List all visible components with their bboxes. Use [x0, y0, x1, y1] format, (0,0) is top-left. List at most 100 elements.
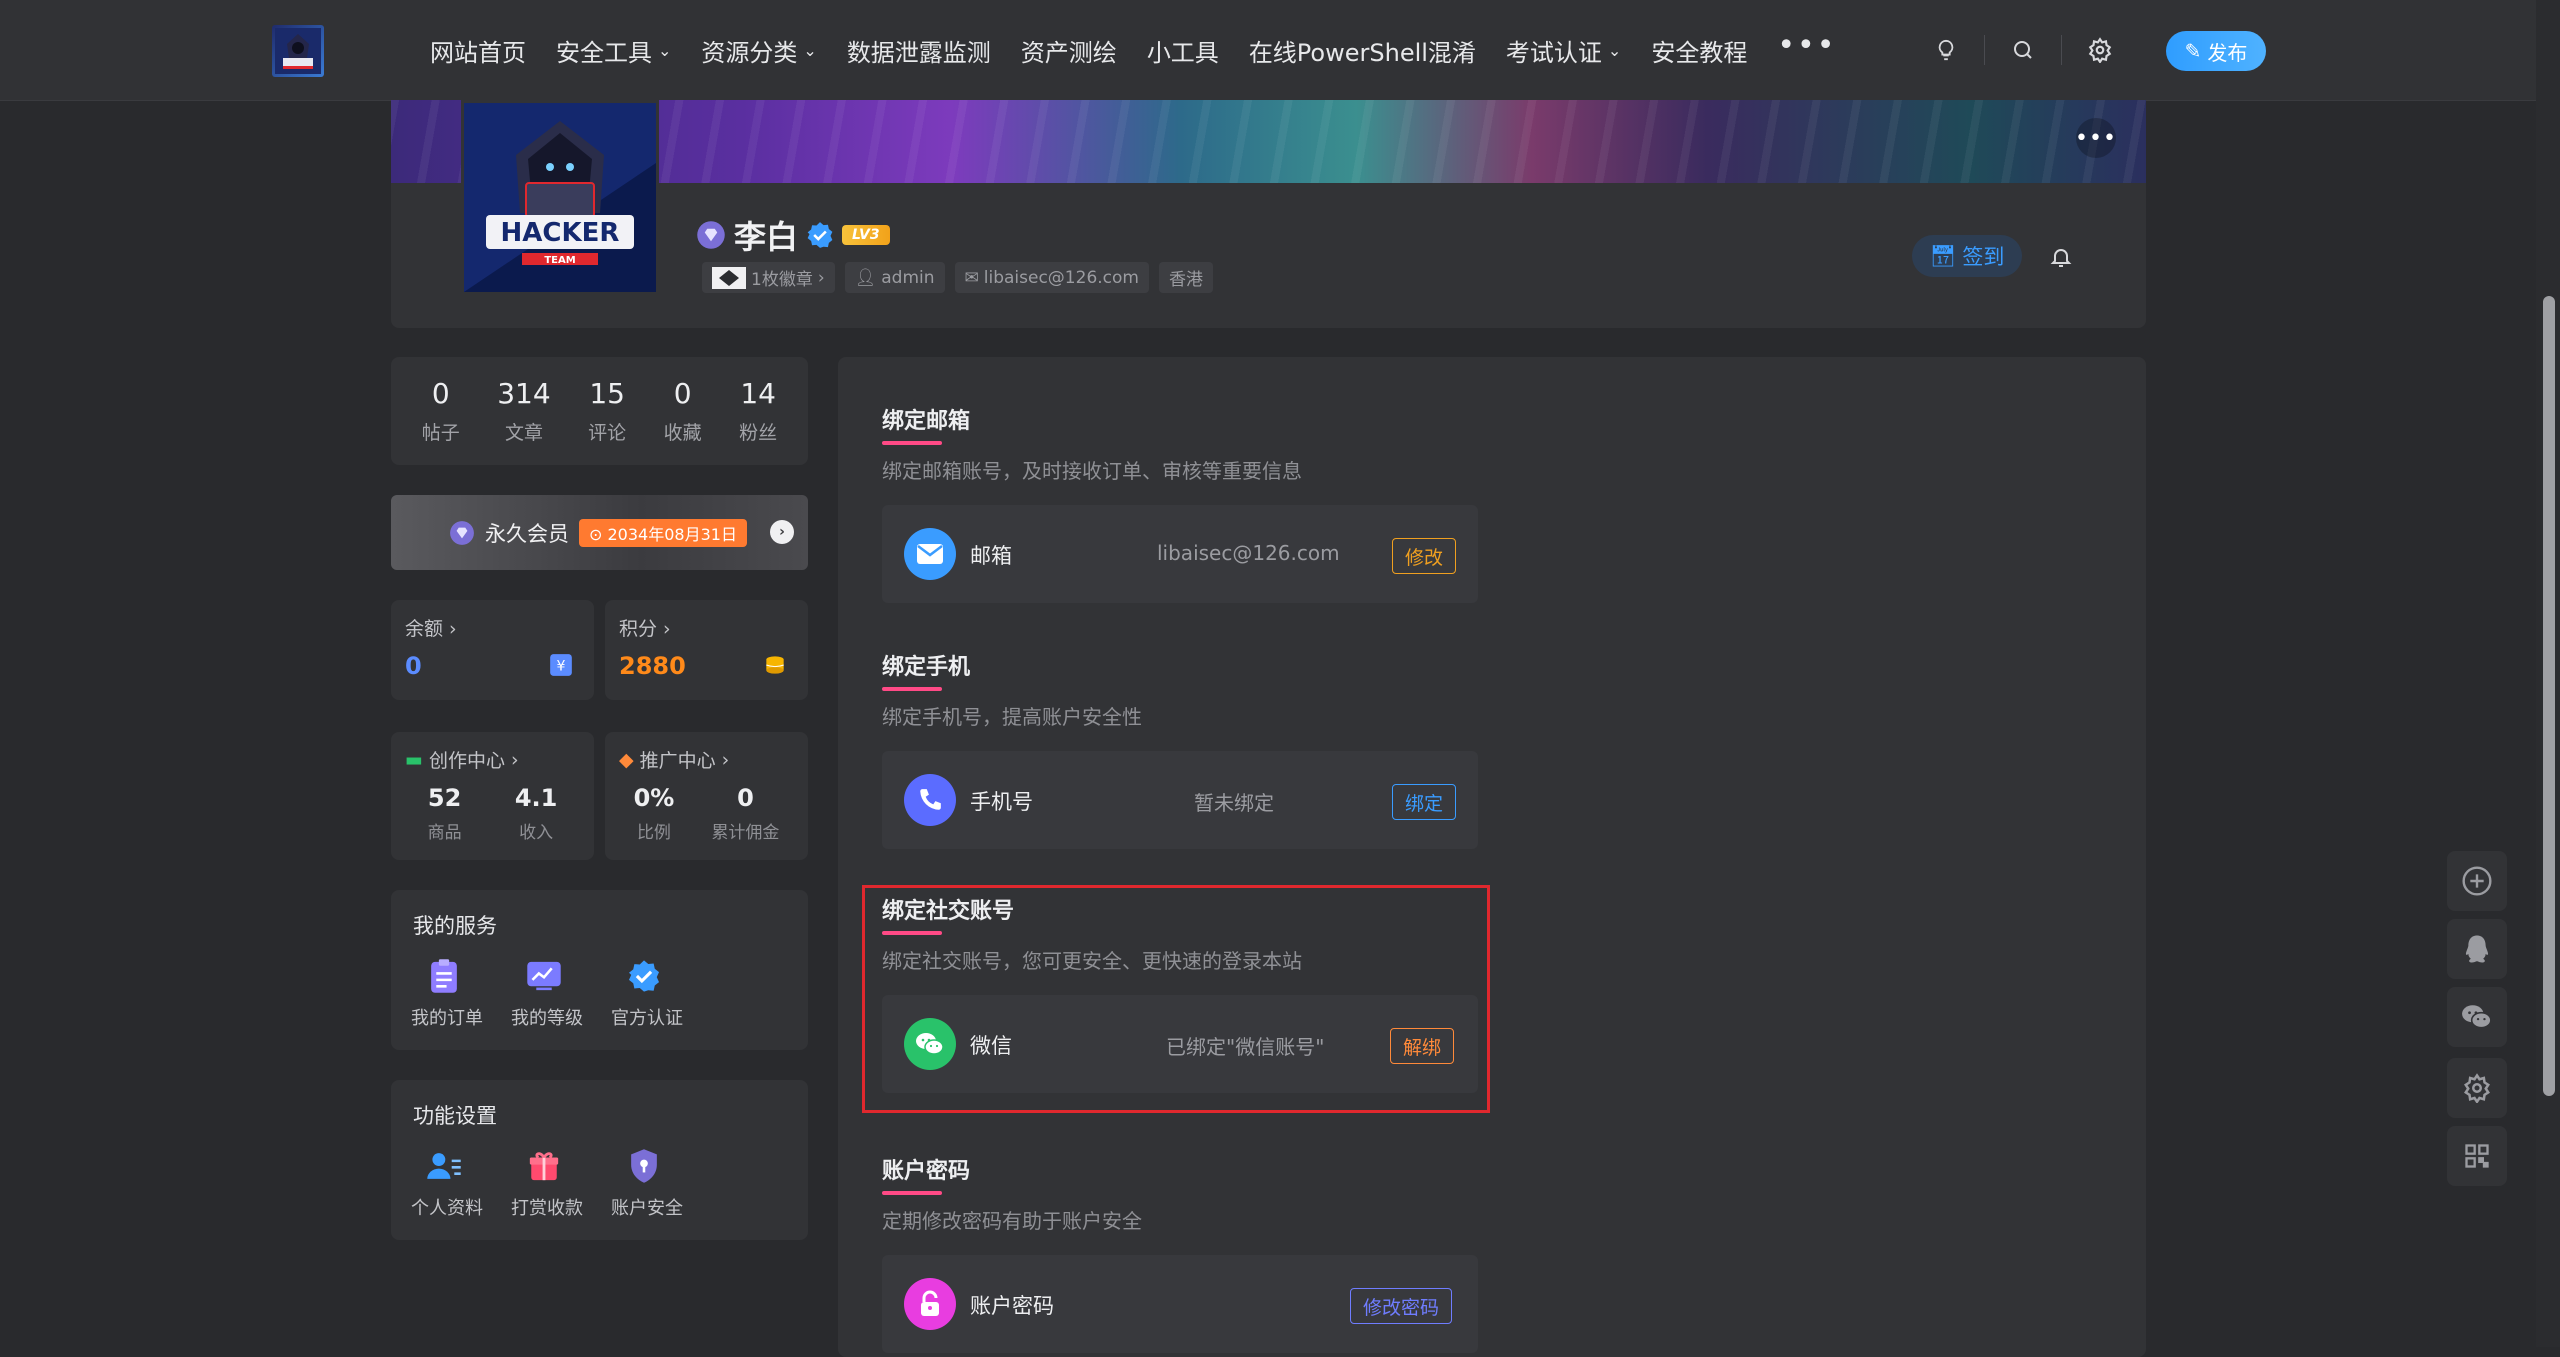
wallet-icon: ¥ — [548, 652, 574, 682]
bell-icon[interactable] — [2041, 237, 2081, 277]
coins-icon — [762, 652, 788, 682]
stat-articles[interactable]: 314 文章 — [497, 377, 550, 445]
qq-icon[interactable] — [2447, 919, 2507, 979]
nav-powershell[interactable]: 在线PowerShell混淆 — [1249, 33, 1476, 68]
nav-small-tools[interactable]: 小工具 — [1147, 33, 1219, 68]
location-chip: 香港 — [1158, 262, 1213, 293]
section-bind-email: 绑定邮箱 绑定邮箱账号，及时接收订单、审核等重要信息 — [882, 409, 1302, 483]
setting-reward[interactable]: 打赏收款 — [511, 1146, 583, 1220]
highlight-box — [862, 885, 1490, 1113]
divider — [1984, 35, 1985, 65]
role-chip: 👤︎ admin — [844, 262, 945, 293]
svg-text:HACKER: HACKER — [501, 218, 620, 248]
nav-home[interactable]: 网站首页 — [430, 33, 526, 68]
vip-expire-date: ⊙ 2034年08月31日 — [579, 518, 747, 547]
modify-email-button[interactable]: 修改 — [1392, 538, 1457, 574]
main-nav: 网站首页 安全工具 ⌄ 资源分类 ⌄ 数据泄露监测 资产测绘 小工具 在线Power… — [430, 0, 1866, 101]
store-icon: ▬ — [405, 748, 423, 771]
chevron-down-icon: ⌄ — [1607, 41, 1622, 60]
gear-icon[interactable] — [2080, 30, 2120, 70]
creator-center-card[interactable]: ▬ 创作中心 › 52 商品 4.1 收入 — [391, 732, 594, 860]
service-my-orders[interactable]: 我的订单 — [411, 956, 483, 1030]
qr-code-icon[interactable] — [2447, 1126, 2507, 1186]
phone-binding-row: 手机号 暂未绑定 绑定 — [882, 751, 1478, 849]
publish-button[interactable]: ✎ 发布 — [2166, 31, 2266, 71]
gear-icon[interactable] — [2447, 1058, 2507, 1118]
username-row: 李白 LV3 — [696, 212, 890, 258]
nav-tutorials[interactable]: 安全教程 — [1651, 33, 1747, 68]
stat-followers[interactable]: 14 粉丝 — [739, 377, 777, 445]
setting-profile[interactable]: 个人资料 — [411, 1146, 483, 1220]
pencil-icon: ✎ — [2184, 39, 2202, 63]
divider — [2061, 35, 2062, 65]
section-account-password: 账户密码 定期修改密码有助于账户安全 — [882, 1159, 1142, 1233]
chevron-down-icon: ⌄ — [803, 41, 817, 60]
nav-data-leak[interactable]: 数据泄露监测 — [847, 33, 991, 68]
signin-button[interactable]: 📅︎ 签到 — [1912, 235, 2022, 277]
lock-icon — [904, 1278, 956, 1330]
more-options-icon[interactable]: ••• — [2075, 118, 2116, 158]
nav-exam-cert[interactable]: 考试认证 ⌄ — [1506, 33, 1621, 68]
hacker-logo-icon — [275, 28, 321, 74]
section-bind-phone: 绑定手机 绑定手机号，提高账户安全性 — [882, 655, 1142, 729]
theme-bulb-icon[interactable] — [1926, 30, 1966, 70]
chart-icon — [511, 956, 577, 996]
wechat-icon[interactable] — [2447, 987, 2507, 1047]
nav-security-tools[interactable]: 安全工具 ⌄ — [556, 33, 671, 68]
clipboard-icon — [411, 956, 477, 996]
user-stats: 0 帖子 314 文章 15 评论 0 收藏 14 粉丝 — [391, 357, 808, 465]
verified-icon — [611, 956, 677, 996]
scrollbar-thumb[interactable] — [2543, 296, 2555, 1096]
service-official-verify[interactable]: 官方认证 — [611, 956, 683, 1030]
calendar-check-icon: 📅︎ — [1929, 243, 1957, 268]
avatar[interactable]: HACKER TEAM — [461, 100, 659, 295]
nav-more-button[interactable]: ••• — [1777, 30, 1836, 61]
chevron-right-icon: › — [770, 520, 794, 544]
site-logo[interactable] — [272, 25, 324, 77]
email-chip: ✉︎ libaisec@126.com — [954, 262, 1149, 293]
add-icon[interactable] — [2447, 851, 2507, 911]
password-row: 账户密码 修改密码 — [882, 1255, 1478, 1353]
my-services-card: 我的服务 我的订单 我的等级 官方认证 — [391, 890, 808, 1050]
gift-icon — [511, 1146, 577, 1186]
email-binding-row: 邮箱 libaisec@126.com 修改 — [882, 505, 1478, 603]
svg-text:TEAM: TEAM — [544, 255, 575, 266]
level-badge: LV3 — [842, 225, 890, 245]
hacker-team-avatar-icon: HACKER TEAM — [464, 103, 656, 292]
svg-text:¥: ¥ — [557, 658, 566, 674]
badge-chip[interactable]: 1枚徽章 › — [702, 262, 835, 293]
bag-icon: ◆ — [619, 748, 634, 771]
service-my-level[interactable]: 我的等级 — [511, 956, 583, 1030]
verified-icon — [807, 222, 833, 248]
chevron-down-icon: ⌄ — [658, 41, 672, 60]
change-password-button[interactable]: 修改密码 — [1350, 1288, 1453, 1324]
shield-icon — [611, 1146, 677, 1186]
header-actions — [1926, 30, 2120, 70]
search-icon[interactable] — [2003, 30, 2043, 70]
vip-membership-card[interactable]: 永久会员 ⊙ 2034年08月31日 › — [391, 495, 808, 570]
nav-asset-mapping[interactable]: 资产测绘 — [1021, 33, 1117, 68]
user-profile-icon — [411, 1146, 477, 1186]
stat-comments[interactable]: 15 评论 — [588, 377, 626, 445]
medal-icon — [712, 266, 746, 289]
nav-resource-categories[interactable]: 资源分类 ⌄ — [701, 33, 816, 68]
balance-value: 0 — [405, 652, 422, 680]
vip-gem-icon — [697, 221, 725, 249]
bind-phone-button[interactable]: 绑定 — [1392, 784, 1457, 820]
username: 李白 — [734, 218, 799, 256]
stat-posts[interactable]: 0 帖子 — [422, 377, 460, 445]
profile-meta: 1枚徽章 › 👤︎ admin ✉︎ libaisec@126.com 香港 — [702, 262, 1213, 293]
mail-icon — [904, 528, 956, 580]
top-navigation-bar: 网站首页 安全工具 ⌄ 资源分类 ⌄ 数据泄露监测 资产测绘 小工具 在线Power… — [0, 0, 2536, 101]
settings-card: 功能设置 个人资料 打赏收款 账户安全 — [391, 1080, 808, 1240]
user-icon: 👤︎ — [854, 267, 877, 288]
setting-account-security[interactable]: 账户安全 — [611, 1146, 683, 1220]
points-card[interactable]: 积分 › 2880 — [605, 600, 808, 700]
vip-gem-icon — [450, 520, 474, 545]
points-value: 2880 — [619, 652, 686, 680]
phone-icon — [904, 774, 956, 826]
balance-card[interactable]: 余额 › 0 ¥ — [391, 600, 594, 700]
promotion-center-card[interactable]: ◆ 推广中心 › 0% 比例 0 累计佣金 — [605, 732, 808, 860]
stat-favorites[interactable]: 0 收藏 — [664, 377, 702, 445]
mail-icon: ✉︎ — [964, 267, 979, 288]
